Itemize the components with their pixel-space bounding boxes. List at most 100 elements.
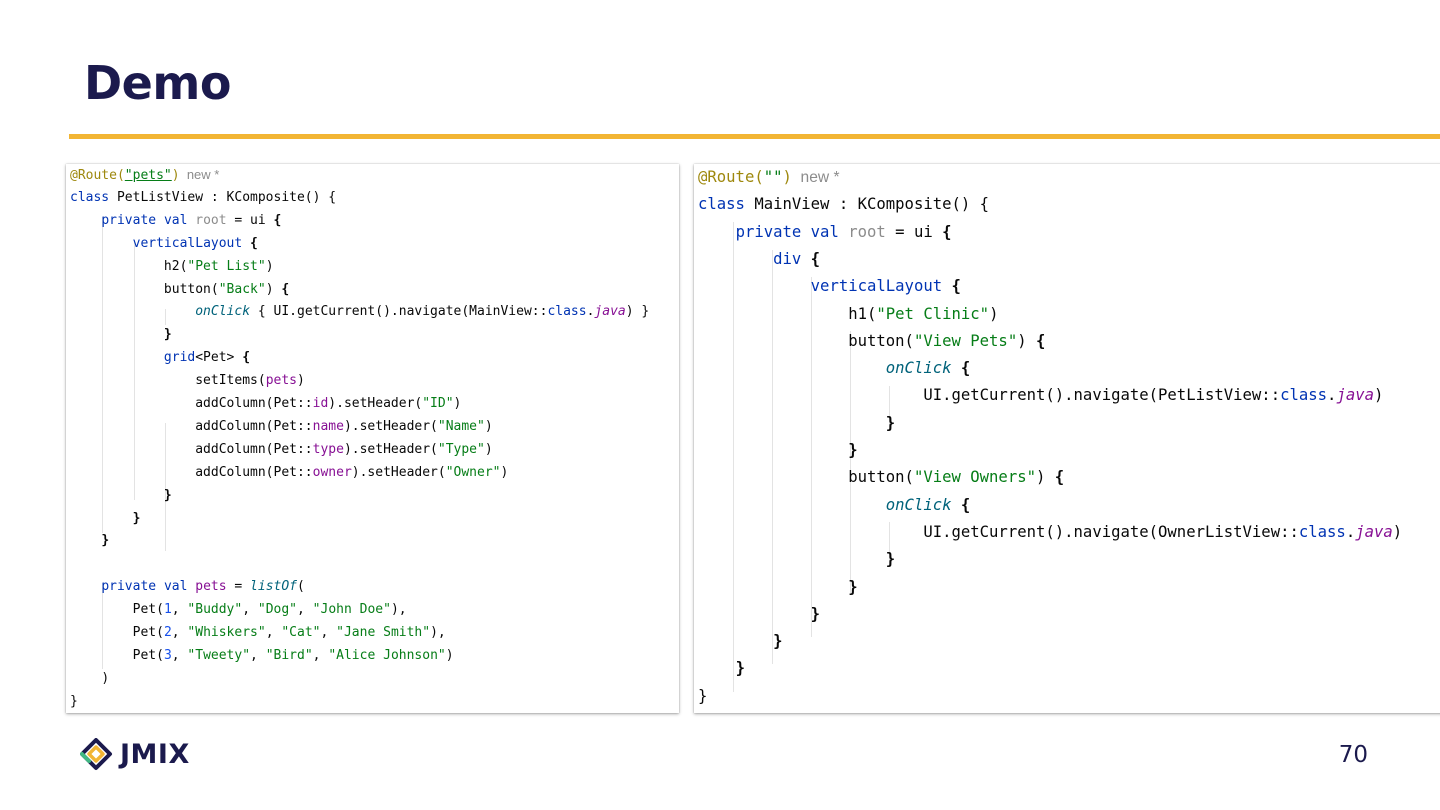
code-token: ) [1017, 331, 1036, 350]
code-token: pets [195, 579, 227, 595]
code-token: class [547, 304, 587, 320]
code-token: , [171, 602, 188, 618]
code-token: "ID" [422, 396, 454, 411]
code-token: addColumn(Pet:: [195, 418, 313, 434]
code-line: div { [698, 246, 820, 273]
code-token: { [960, 495, 971, 514]
code-token: } [101, 533, 110, 549]
code-token: "Whiskers" [187, 625, 266, 640]
code-token: { [1036, 331, 1046, 350]
code-token: ), [390, 602, 407, 618]
code-token: , [171, 647, 188, 663]
code-token: Pet( [132, 602, 164, 618]
code-token: { [273, 212, 282, 228]
code-token: MainView : KComposite() { [754, 195, 990, 214]
code-token: class [70, 189, 117, 205]
code-token: ) [1392, 522, 1403, 541]
code-token: private [101, 212, 164, 228]
code-token: addColumn(Pet:: [195, 396, 313, 411]
code-token: ).setHeader( [343, 418, 438, 434]
code-line: setItems(pets) [70, 370, 305, 393]
code-token: , [242, 602, 258, 618]
code-token: ( [297, 579, 305, 595]
slide-title: Demo [84, 56, 231, 110]
code-line: verticalLayout { [70, 233, 258, 256]
code-line: ) [70, 668, 109, 691]
code-token: = ui [226, 212, 274, 228]
code-line: private val pets = listOf( [70, 576, 305, 599]
code-token: { [942, 222, 952, 241]
code-line: button("Back") { [70, 279, 289, 302]
code-token: h2( [163, 258, 188, 274]
code-token: "Type" [437, 441, 485, 457]
code-token: { [810, 249, 821, 268]
code-token: ).setHeader( [351, 464, 446, 480]
code-line: } [70, 485, 172, 508]
code-line: } [698, 683, 707, 710]
code-token: val [810, 222, 849, 241]
code-token: ) [1036, 468, 1055, 487]
code-token: grid [163, 350, 196, 366]
logo-wordmark: JMIX [120, 739, 190, 770]
code-line: } [70, 508, 141, 531]
code-token: { [1054, 468, 1065, 487]
code-line: private val root = ui { [70, 210, 281, 233]
jmix-logo-icon [80, 738, 112, 770]
code-token: type [312, 441, 344, 457]
code-line: Pet(1, "Buddy", "Dog", "John Doe"), [70, 599, 407, 622]
code-token: { [281, 281, 290, 297]
code-token: } [885, 550, 896, 569]
code-panel-main-view: @Route("") new * class MainView : KCompos… [694, 164, 1440, 713]
code-token: java [594, 304, 626, 320]
code-token: listOf [250, 579, 298, 595]
code-token: . [1345, 522, 1356, 541]
code-token: ).setHeader( [343, 441, 438, 457]
code-token: UI.getCurrent().navigate(OwnerListView:: [923, 522, 1299, 541]
code-token: java [1355, 522, 1393, 541]
code-token: onClick [885, 495, 952, 514]
code-token: java [1336, 386, 1374, 405]
code-token: UI.getCurrent().navigate(PetListView:: [923, 386, 1281, 405]
code-line: } [70, 691, 78, 713]
code-line: private val root = ui { [698, 219, 952, 246]
code-line: onClick { [698, 355, 971, 382]
code-token: { [242, 350, 251, 366]
code-token: val [163, 579, 196, 595]
code-token: val [163, 212, 196, 228]
code-token: { [250, 235, 258, 251]
code-token: private [101, 579, 164, 595]
code-token: "Jane Smith" [336, 625, 431, 640]
code-line: UI.getCurrent().navigate(OwnerListView::… [698, 519, 1402, 546]
code-line: addColumn(Pet::id).setHeader("ID") [70, 393, 461, 416]
code-line: } [70, 324, 172, 347]
code-line: } [698, 546, 895, 573]
code-token: = ui [885, 222, 943, 241]
code-token: ) [453, 396, 462, 411]
code-token: setItems( [195, 373, 266, 389]
code-token: PetListView : KComposite() { [116, 189, 337, 205]
code-token: Pet( [132, 625, 164, 640]
code-token: "Back" [218, 281, 266, 297]
code-token: ) [297, 373, 305, 389]
code-token: addColumn(Pet:: [195, 464, 313, 480]
